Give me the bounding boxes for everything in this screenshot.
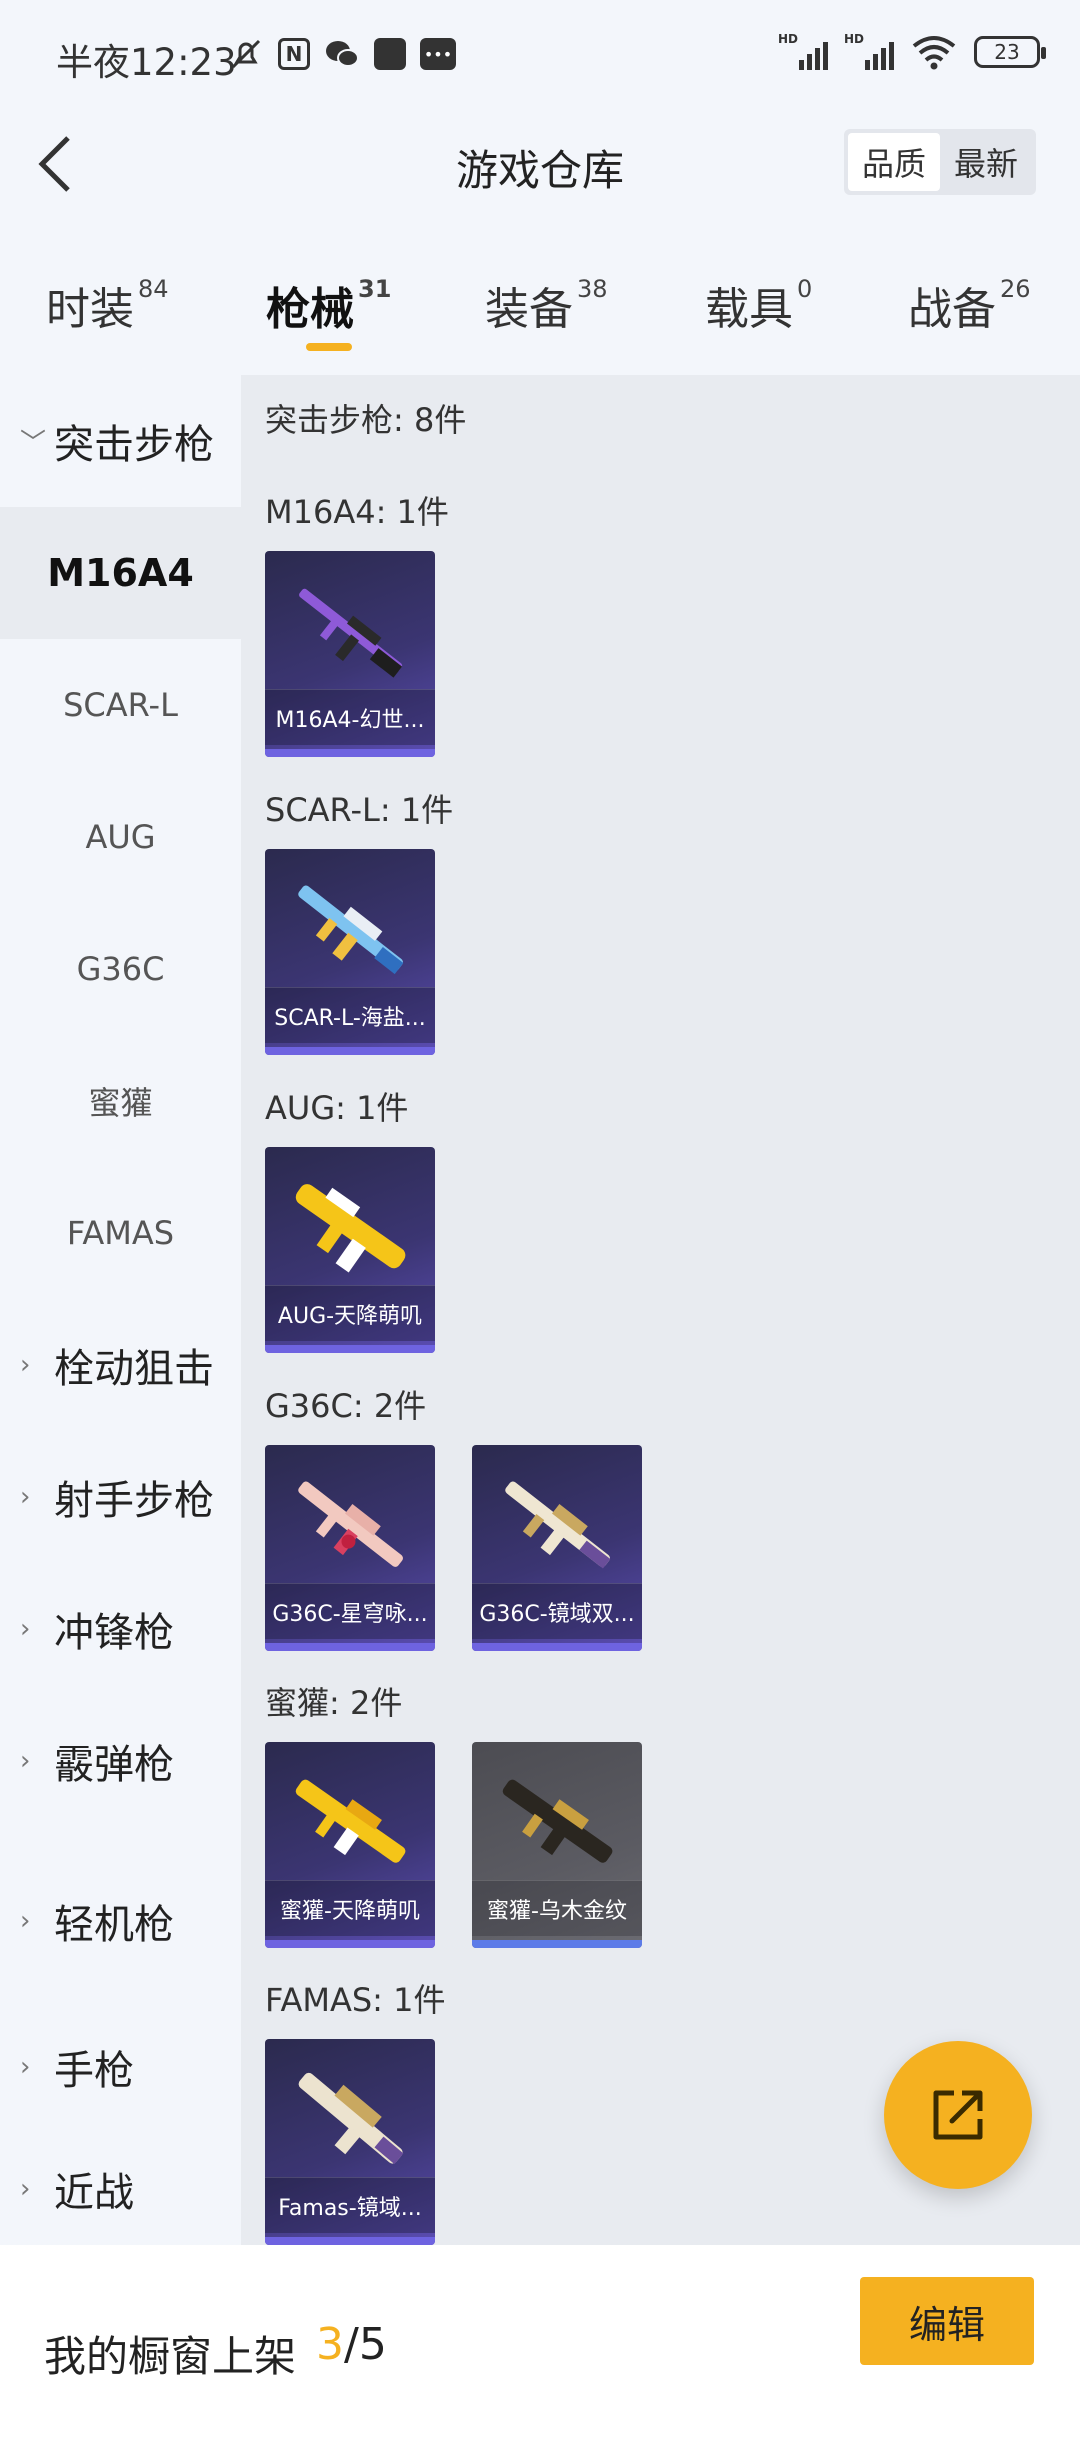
tab-count: 31 [358,275,392,303]
sidebar-item-scar-l[interactable]: SCAR-L [0,639,241,771]
weapon-card-label: 蜜獾-天降萌叽 [265,1880,435,1936]
share-fab-button[interactable] [884,2041,1032,2189]
sidebar-group-assault-rifle[interactable]: ﹀ 突击步枪 [0,375,241,507]
chevron-right-icon: › [20,1906,31,1936]
header: 游戏仓库 品质 最新 [0,115,1080,215]
section-title: M16A4: 1件 [265,493,449,531]
chevron-right-icon: › [20,2052,31,2082]
sidebar-group-melee[interactable]: › 近战 [0,2133,241,2245]
system-icons: HD HD 23 [778,32,1046,70]
weapon-card[interactable]: SCAR-L-海盐... [265,849,435,1055]
tab-vehicles[interactable]: 载具 0 [705,273,812,337]
status-bar: 半夜12:23 N ••• HD HD 23 [0,0,1080,115]
edit-button[interactable]: 编辑 [860,2277,1034,2365]
sidebar-item-aug[interactable]: AUG [0,771,241,903]
tab-count: 26 [1000,275,1031,303]
message-icon: ••• [420,38,456,70]
section-title: SCAR-L: 1件 [265,791,454,829]
weapon-card[interactable]: 蜜獾-乌木金纹 [472,1742,642,1948]
nfc-icon: N [278,38,310,70]
tab-fashion[interactable]: 时装 84 [46,273,169,337]
tab-count: 38 [577,275,608,303]
bell-off-icon [228,36,264,72]
tab-equipment[interactable]: 装备 38 [485,273,608,337]
sidebar-group-shotgun[interactable]: › 霰弹枪 [0,1695,241,1827]
showcase-bar: 我的橱窗上架 3/5 编辑 [0,2245,1080,2443]
category-tabs: 时装 84 枪械 31 装备 38 载具 0 战备 26 [0,255,1080,365]
weapon-list: 突击步枪: 8件 M16A4: 1件 M16A4-幻世... SCAR-L: 1… [241,375,1080,2245]
category-title: 突击步枪: 8件 [265,401,467,439]
weapon-card-label: G36C-星穹咏... [265,1583,435,1639]
rifle-icon [502,1779,613,1863]
tab-guns[interactable]: 枪械 31 [266,273,391,337]
chevron-right-icon: › [20,1746,31,1776]
chevron-right-icon: › [20,1614,31,1644]
tab-count: 0 [797,275,813,303]
weapon-card[interactable]: G36C-星穹咏... [265,1445,435,1651]
sidebar-item-g36c[interactable]: G36C [0,903,241,1035]
sidebar-group-lmg[interactable]: › 轻机枪 [0,1841,241,2001]
chevron-down-icon: ﹀ [20,428,47,459]
showcase-count: 3/5 [316,2319,387,2370]
weapon-card[interactable]: AUG-天降萌叽 [265,1147,435,1353]
weapon-card[interactable]: G36C-镜域双... [472,1445,642,1651]
rifle-icon [299,588,403,678]
section-title: FAMAS: 1件 [265,1981,446,2019]
sidebar-item-m16a4[interactable]: M16A4 [0,507,241,639]
showcase-label: 我的橱窗上架 [44,2332,297,2381]
status-time: 半夜12:23 [56,41,237,84]
tab-count: 84 [138,275,169,303]
sort-quality-button[interactable]: 品质 [847,133,940,191]
wechat-icon [324,36,360,72]
weapon-card[interactable]: 蜜獾-天降萌叽 [265,1742,435,1948]
rifle-icon [298,1481,403,1567]
chevron-right-icon: › [20,2174,31,2204]
sidebar-group-smg[interactable]: › 冲锋枪 [0,1563,241,1695]
rifle-icon [298,2072,404,2165]
sidebar-group-pistol[interactable]: › 手枪 [0,2001,241,2133]
rifle-icon [295,1779,406,1863]
battery-icon: 23 [974,36,1046,68]
section-title: G36C: 2件 [265,1387,427,1425]
weapon-card-label: SCAR-L-海盐... [265,987,435,1043]
weapon-card-label: M16A4-幻世... [265,689,435,745]
wifi-icon [912,36,956,70]
sidebar-group-marksman[interactable]: › 射手步枪 [0,1431,241,1563]
rifle-icon [505,1481,611,1569]
weapon-card[interactable]: Famas-镜域... [265,2039,435,2245]
rifle-icon [295,1184,406,1273]
weapon-category-sidebar: ﹀ 突击步枪 M16A4 SCAR-L AUG G36C 蜜獾 FAMAS › … [0,375,241,2245]
tab-supplies[interactable]: 战备 26 [908,273,1031,337]
weapon-card-label: 蜜獾-乌木金纹 [472,1880,642,1936]
signal-icon: HD [778,32,828,70]
chevron-right-icon: › [20,1350,31,1380]
section-title: 蜜獾: 2件 [265,1684,403,1722]
share-icon [933,2090,983,2140]
weapon-card-label: G36C-镜域双... [472,1583,642,1639]
section-title: AUG: 1件 [265,1089,409,1127]
sidebar-item-honey-badger[interactable]: 蜜獾 [0,1035,241,1167]
weapon-card-label: AUG-天降萌叽 [265,1285,435,1341]
rifle-icon [298,885,404,975]
chevron-right-icon: › [20,1482,31,1512]
active-tab-indicator [306,343,352,351]
weapon-card-label: Famas-镜域... [265,2177,435,2233]
sidebar-group-bolt-sniper[interactable]: › 栓动狙击 [0,1299,241,1431]
sidebar-item-famas[interactable]: FAMAS [0,1167,241,1299]
app-icon [374,38,406,70]
sort-latest-button[interactable]: 最新 [940,133,1032,191]
sort-toggle: 品质 最新 [843,129,1036,195]
weapon-card[interactable]: M16A4-幻世... [265,551,435,757]
notification-icons: N ••• [228,36,456,72]
signal-icon: HD [844,32,894,70]
